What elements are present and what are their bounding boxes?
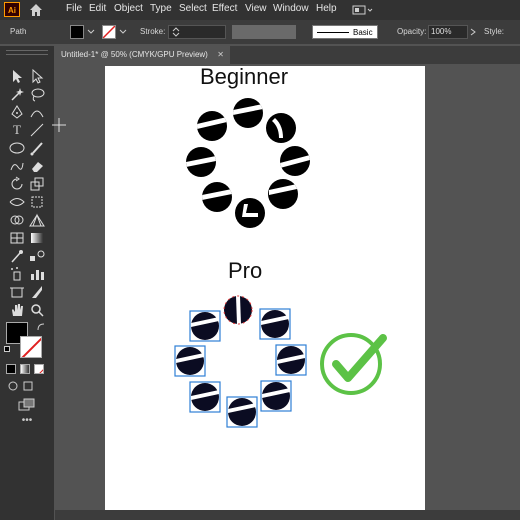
magic-wand-tool-icon[interactable] xyxy=(8,86,26,102)
menu-bar: Ai File Edit Object Type Select Effect V… xyxy=(0,0,520,20)
document-tab[interactable]: Untitled-1* @ 50% (CMYK/GPU Preview) ✕ xyxy=(55,46,230,64)
menu-select[interactable]: Select xyxy=(179,3,207,14)
mesh-tool-icon[interactable] xyxy=(8,230,26,246)
direct-selection-tool-icon[interactable] xyxy=(28,68,46,84)
menu-view[interactable]: View xyxy=(245,3,267,14)
swap-colors-icon[interactable] xyxy=(36,322,46,332)
pro-spinner[interactable] xyxy=(174,295,307,428)
workspace-switcher-icon[interactable] xyxy=(352,4,374,16)
selection-tool-icon[interactable] xyxy=(8,68,26,84)
blend-tool-icon[interactable] xyxy=(28,248,46,264)
opacity-expand-icon[interactable] xyxy=(468,27,478,37)
stroke-dropdown-icon[interactable] xyxy=(118,27,128,37)
default-colors-icon[interactable] xyxy=(4,346,10,352)
none-mode-icon[interactable] xyxy=(34,364,44,374)
stroke-color-swatch[interactable] xyxy=(20,336,42,358)
line-segment-tool-icon[interactable] xyxy=(28,122,46,138)
curvature-tool-icon[interactable] xyxy=(28,104,46,120)
eyedropper-tool-icon[interactable] xyxy=(8,248,26,264)
brush-label: Basic xyxy=(353,28,373,37)
stroke-label: Stroke: xyxy=(140,27,166,36)
close-tab-icon[interactable]: ✕ xyxy=(217,46,224,64)
style-label: Style: xyxy=(484,27,505,36)
shape-builder-tool-icon[interactable] xyxy=(8,212,26,228)
stroke-swatch[interactable] xyxy=(102,25,116,39)
selection-type-label: Path xyxy=(10,27,27,36)
tools-panel: T ••• xyxy=(0,46,54,520)
document-tab-bar: Untitled-1* @ 50% (CMYK/GPU Preview) ✕ xyxy=(55,46,520,64)
hand-tool-icon[interactable] xyxy=(8,302,26,318)
checkmark-icon xyxy=(320,333,387,395)
edit-toolbar-icon[interactable]: ••• xyxy=(18,416,36,426)
panel-grip[interactable] xyxy=(6,50,48,55)
shaper-tool-icon[interactable] xyxy=(8,158,26,174)
scale-tool-icon[interactable] xyxy=(28,176,46,192)
color-mode-icon[interactable] xyxy=(6,364,16,374)
home-icon[interactable] xyxy=(28,2,44,18)
menu-file[interactable]: File xyxy=(66,3,82,14)
opacity-field[interactable]: 100% xyxy=(428,25,468,39)
beginner-spinner[interactable] xyxy=(186,98,310,228)
menu-effect[interactable]: Effect xyxy=(212,3,237,14)
stroke-weight-field[interactable] xyxy=(168,25,226,39)
paintbrush-tool-icon[interactable] xyxy=(28,140,46,156)
fill-dropdown-icon[interactable] xyxy=(86,27,96,37)
menu-window[interactable]: Window xyxy=(273,3,309,14)
fill-swatch[interactable] xyxy=(70,25,84,39)
artboard-tool-icon[interactable] xyxy=(8,284,26,300)
zoom-tool-icon[interactable] xyxy=(28,302,46,318)
rotate-tool-icon[interactable] xyxy=(8,176,26,192)
menu-type[interactable]: Type xyxy=(150,3,172,14)
draw-behind-icon[interactable] xyxy=(22,380,36,392)
perspective-grid-tool-icon[interactable] xyxy=(28,212,46,228)
menu-help[interactable]: Help xyxy=(316,3,337,14)
brush-definition-dropdown[interactable]: Basic xyxy=(312,25,378,39)
column-graph-tool-icon[interactable] xyxy=(28,266,46,282)
ellipse-tool-icon[interactable] xyxy=(8,140,26,156)
draw-normal-icon[interactable] xyxy=(6,380,20,392)
type-tool-icon[interactable]: T xyxy=(8,122,26,138)
menu-object[interactable]: Object xyxy=(114,3,143,14)
gradient-tool-icon[interactable] xyxy=(28,230,46,246)
crosshair-cursor-icon xyxy=(52,118,66,132)
app-logo: Ai xyxy=(4,2,20,17)
control-bar: Path Stroke: Basic Opacity: 100% Style: xyxy=(0,20,520,44)
lasso-tool-icon[interactable] xyxy=(28,86,46,102)
document-tab-title: Untitled-1* @ 50% (CMYK/GPU Preview) xyxy=(61,50,208,59)
variable-width-field[interactable] xyxy=(232,25,296,39)
slice-tool-icon[interactable] xyxy=(28,284,46,300)
width-tool-icon[interactable] xyxy=(8,194,26,210)
free-transform-tool-icon[interactable] xyxy=(28,194,46,210)
eraser-tool-icon[interactable] xyxy=(28,158,46,174)
symbol-sprayer-tool-icon[interactable] xyxy=(8,266,26,282)
screen-mode-icon[interactable] xyxy=(18,398,36,412)
gradient-mode-icon[interactable] xyxy=(20,364,30,374)
pen-tool-icon[interactable] xyxy=(8,104,26,120)
artwork-canvas xyxy=(174,98,387,428)
menu-edit[interactable]: Edit xyxy=(89,3,106,14)
opacity-label: Opacity: xyxy=(397,27,427,36)
status-bar xyxy=(55,510,520,520)
